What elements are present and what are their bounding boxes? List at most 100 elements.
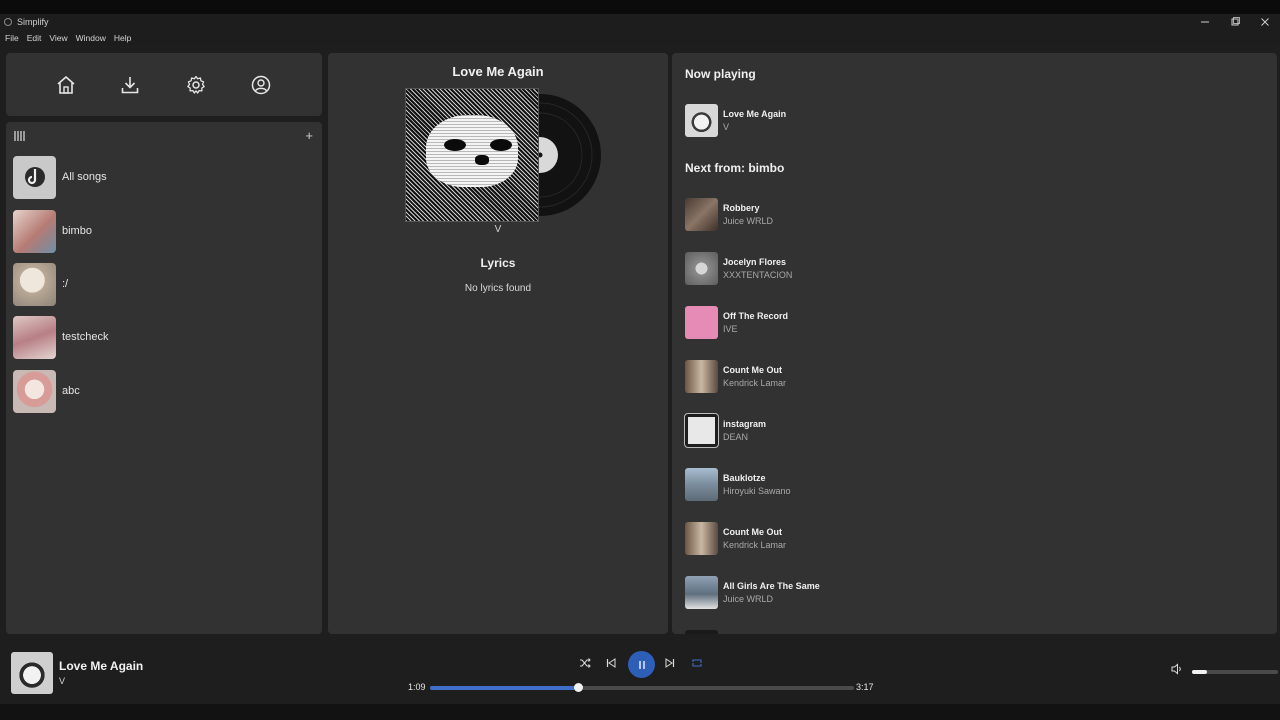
queue-item[interactable]: Bauklotze Hiroyuki Sawano [685, 468, 1085, 501]
queue-item[interactable]: Jocelyn Flores XXXTENTACION [685, 252, 1085, 285]
track-artist: Kendrick Lamar [723, 540, 787, 550]
volume-fill [1192, 670, 1208, 674]
previous-icon [606, 658, 616, 668]
queue-item[interactable]: Robbery Juice WRLD [685, 198, 1085, 231]
shuffle-button[interactable] [576, 654, 594, 672]
now-playing-item[interactable]: Love Me Again V [685, 104, 1085, 137]
track-thumbnail [685, 360, 718, 393]
playlist-item[interactable]: abc [13, 369, 313, 413]
playlist-item[interactable]: :/ [13, 262, 313, 306]
track-thumbnail [685, 306, 718, 339]
progress-bar[interactable] [430, 683, 854, 692]
account-button[interactable] [249, 73, 273, 97]
now-playing-panel: Love Me Again V Lyrics No lyrics found [328, 53, 668, 634]
library-header: + [6, 122, 322, 150]
track-artist: V [723, 122, 730, 132]
library-icon[interactable] [14, 131, 26, 141]
playlist-thumbnail [13, 209, 56, 253]
track-title: Love Me Again [723, 109, 787, 119]
lyrics-heading: Lyrics [480, 256, 516, 270]
playlist-item[interactable]: All songs [13, 155, 313, 199]
next-icon [665, 658, 675, 668]
playlist-name: bimbo [62, 225, 92, 237]
cover-art [426, 115, 518, 187]
home-button[interactable] [54, 73, 78, 97]
playlist-thumbnail [13, 369, 56, 413]
playlist-name: All songs [62, 171, 107, 183]
song-title: Love Me Again [452, 64, 544, 79]
playlist-item[interactable]: testcheck [13, 315, 313, 359]
track-thumbnail [685, 104, 718, 137]
repeat-icon [692, 659, 702, 667]
volume-slider[interactable] [1192, 670, 1278, 674]
next-button[interactable] [661, 654, 679, 672]
minimize-button[interactable] [1190, 14, 1220, 30]
add-playlist-button[interactable]: + [305, 128, 313, 143]
menu-bar: File Edit View Window Help [0, 30, 1280, 46]
app-icon [4, 18, 12, 26]
close-icon [1261, 18, 1269, 26]
progress-fill [430, 686, 579, 690]
title-bar: Simplify [0, 14, 1280, 30]
player-title: Love Me Again [59, 659, 144, 673]
queue-panel: Now playing Love Me Again V Next from: b… [672, 53, 1277, 634]
all-songs-icon [24, 167, 45, 187]
home-icon [57, 76, 75, 94]
duration-time: 3:17 [856, 682, 874, 692]
track-title: Robbery [723, 203, 760, 213]
nav-panel [6, 53, 322, 116]
top-strip [0, 0, 1280, 14]
previous-button[interactable] [602, 654, 620, 672]
maximize-button[interactable] [1220, 14, 1250, 30]
queue-item[interactable]: instagram DEAN [684, 413, 1085, 448]
track-artist: Hiroyuki Sawano [723, 486, 791, 496]
playlist-name: :/ [62, 278, 69, 290]
progress-handle[interactable] [574, 683, 584, 692]
pause-button[interactable] [628, 651, 655, 678]
player-artist: V [59, 676, 66, 686]
menu-view[interactable]: View [49, 33, 67, 43]
track-thumbnail [685, 468, 718, 501]
queue-item[interactable]: Off The Record IVE [685, 306, 1085, 339]
song-artist: V [494, 224, 502, 235]
app-body: + All songs bimbo :/ testcheck abc Love … [0, 46, 1280, 704]
playlist-thumbnail [13, 315, 56, 359]
track-thumbnail [685, 252, 718, 285]
shuffle-icon [580, 658, 591, 668]
volume-icon[interactable] [1171, 663, 1183, 675]
track-artist: DEAN [723, 432, 749, 442]
track-thumbnail [684, 413, 719, 448]
playlist-item[interactable]: bimbo [13, 209, 313, 253]
player-bar: Love Me Again V 1:09 3:17 [0, 634, 1280, 704]
settings-button[interactable] [184, 73, 208, 97]
track-title: All Girls Are The Same [723, 581, 820, 591]
playlist-thumbnail [13, 262, 56, 306]
window-title: Simplify [17, 17, 49, 27]
download-button[interactable] [118, 73, 142, 97]
queue-item[interactable]: Count Me Out Kendrick Lamar [685, 360, 1085, 393]
elapsed-time: 1:09 [408, 682, 426, 692]
repeat-button[interactable] [688, 654, 706, 672]
close-button[interactable] [1250, 14, 1280, 30]
track-title: Count Me Out [723, 365, 782, 375]
account-icon [251, 75, 271, 95]
playlist-name: abc [62, 385, 80, 397]
menu-window[interactable]: Window [76, 33, 106, 43]
menu-file[interactable]: File [5, 33, 19, 43]
queue-item[interactable]: Count Me Out Kendrick Lamar [685, 522, 1085, 555]
playlist-name: testcheck [62, 331, 109, 343]
menu-help[interactable]: Help [114, 33, 131, 43]
menu-edit[interactable]: Edit [27, 33, 42, 43]
track-thumbnail [685, 198, 718, 231]
bottom-strip [0, 704, 1280, 720]
gear-icon [187, 75, 205, 94]
track-title: Count Me Out [723, 527, 782, 537]
download-icon [121, 77, 139, 94]
track-thumbnail [685, 522, 718, 555]
queue-item[interactable]: All Girls Are The Same Juice WRLD [685, 576, 1085, 609]
restore-icon [1231, 17, 1240, 26]
player-cover [11, 652, 53, 694]
track-title: Off The Record [723, 311, 789, 321]
pause-icon [638, 660, 645, 669]
library-panel: + All songs bimbo :/ testcheck abc [6, 122, 322, 634]
